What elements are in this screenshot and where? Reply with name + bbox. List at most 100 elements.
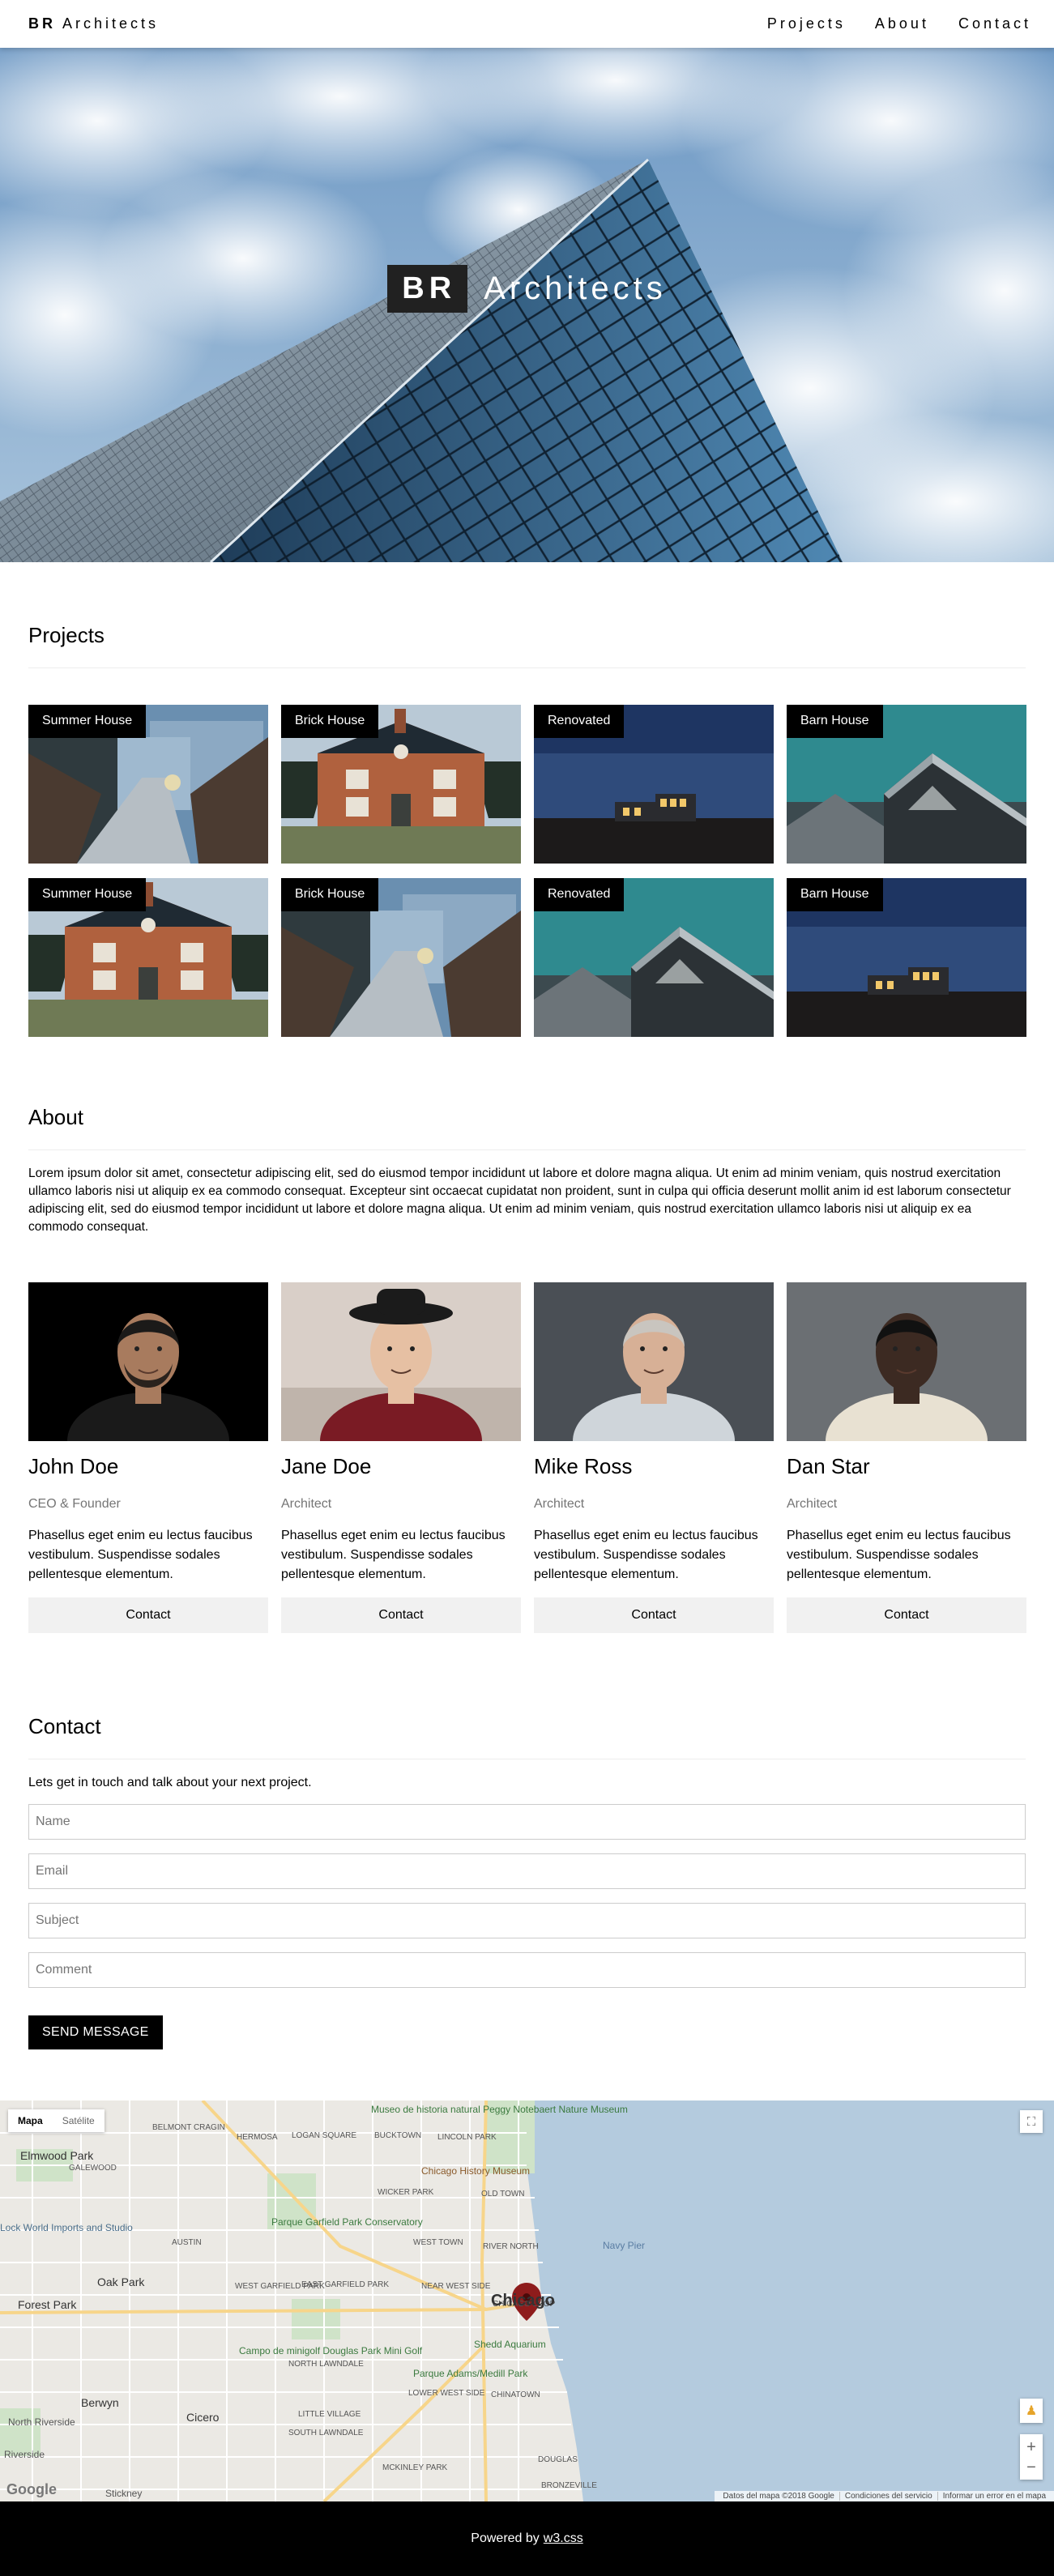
map-label-near-west-side: NEAR WEST SIDE xyxy=(421,2282,491,2291)
project-label: Brick House xyxy=(281,878,379,911)
map-label-berwyn: Berwyn xyxy=(81,2396,119,2409)
hero-banner: BR Architects xyxy=(0,48,1054,562)
team-member-card: John Doe CEO & Founder Phasellus eget en… xyxy=(28,1282,268,1633)
page-footer: Powered by w3.css xyxy=(0,2501,1054,2576)
zoom-control: + − xyxy=(1020,2434,1043,2480)
team-member-card: Jane Doe Architect Phasellus eget enim e… xyxy=(281,1282,521,1633)
map-type-satellite-button[interactable]: Satélite xyxy=(53,2109,105,2132)
team-member-role: Architect xyxy=(534,1497,585,1511)
project-label: Summer House xyxy=(28,878,147,911)
email-input[interactable] xyxy=(28,1853,1026,1889)
map-label-douglas-park: Campo de minigolf Douglas Park Mini Golf xyxy=(239,2345,423,2356)
project-card[interactable]: Barn House xyxy=(787,705,1026,864)
project-label: Barn House xyxy=(787,878,883,911)
contact-heading: Contact xyxy=(28,1714,1026,1759)
team-contact-button[interactable]: Contact xyxy=(534,1597,774,1633)
map-type-map-button[interactable]: Mapa xyxy=(8,2109,53,2132)
team-member-photo xyxy=(787,1282,1026,1441)
map-label-nature-museum: Museo de historia natural Peggy Notebaer… xyxy=(371,2104,628,2115)
map-label-bronzeville: BRONZEVILLE xyxy=(541,2481,597,2490)
map-label-stickney: Stickney xyxy=(105,2488,143,2499)
fullscreen-icon[interactable]: ⛶ xyxy=(1020,2110,1043,2133)
map-label-south-lawndale: SOUTH LAWNDALE xyxy=(288,2429,364,2437)
map-label-north-lawndale: NORTH LAWNDALE xyxy=(288,2360,364,2369)
send-message-button[interactable]: SEND MESSAGE xyxy=(28,2015,163,2049)
team-member-bio: Phasellus eget enim eu lectus faucibus v… xyxy=(281,1529,506,1581)
map-label-chinatown: CHINATOWN xyxy=(491,2390,540,2399)
team-member-photo xyxy=(534,1282,774,1441)
pegman-icon[interactable]: ♟ xyxy=(1020,2399,1043,2423)
team-member-bio: Phasellus eget enim eu lectus faucibus v… xyxy=(28,1529,253,1581)
map-terms-link[interactable]: Condiciones del servicio xyxy=(839,2492,937,2501)
contact-section: Contact Lets get in touch and talk about… xyxy=(28,1714,1026,2049)
project-card[interactable]: Summer House xyxy=(28,878,268,1037)
project-card[interactable]: Summer House xyxy=(28,705,268,864)
team-contact-button[interactable]: Contact xyxy=(281,1597,521,1633)
project-label: Brick House xyxy=(281,705,379,738)
project-label: Renovated xyxy=(534,878,625,911)
map-label-forest-park: Forest Park xyxy=(18,2298,77,2311)
hero-title-bold: BR xyxy=(387,265,468,313)
team-contact-button[interactable]: Contact xyxy=(787,1597,1026,1633)
map-label-galewood: GALEWOOD xyxy=(69,2164,117,2173)
team-member-name: Mike Ross xyxy=(534,1454,633,1478)
map-label-elmwood-park: Elmwood Park xyxy=(20,2149,94,2162)
comment-input[interactable] xyxy=(28,1952,1026,1988)
zoom-in-icon[interactable]: + xyxy=(1026,2437,1036,2458)
map-label-belmont-cragin: BELMONT CRAGIN xyxy=(152,2123,225,2132)
project-card[interactable]: Barn House xyxy=(787,878,1026,1037)
nav-link-projects[interactable]: Projects xyxy=(748,15,856,32)
w3css-link[interactable]: w3.css xyxy=(544,2531,583,2546)
map-label-river-north: RIVER NORTH xyxy=(483,2242,539,2251)
team-member-card: Dan Star Architect Phasellus eget enim e… xyxy=(787,1282,1026,1633)
brand-text: Architects xyxy=(62,15,160,32)
projects-heading: Projects xyxy=(28,623,1026,668)
team-member-role: CEO & Founder xyxy=(28,1497,121,1511)
team-member-name: Dan Star xyxy=(787,1454,870,1478)
map-label-east-garfield: EAST GARFIELD PARK xyxy=(301,2280,389,2289)
top-navbar: BR Architects Projects About Contact xyxy=(0,0,1054,48)
project-card[interactable]: Brick House xyxy=(281,878,521,1037)
nav-link-about[interactable]: About xyxy=(856,15,939,32)
team-member-photo xyxy=(28,1282,268,1441)
map-label-douglas: DOUGLAS xyxy=(538,2455,578,2464)
google-logo[interactable]: Google xyxy=(6,2481,57,2498)
subject-input[interactable] xyxy=(28,1903,1026,1938)
map-label-west-town: WEST TOWN xyxy=(413,2238,463,2247)
google-map[interactable]: Museo de historia natural Peggy Notebaer… xyxy=(0,2100,1054,2501)
map-label-garfield-conservatory: Parque Garfield Park Conservatory xyxy=(271,2216,423,2228)
map-label-navy-pier: Navy Pier xyxy=(603,2240,646,2251)
project-card[interactable]: Renovated xyxy=(534,878,774,1037)
name-input[interactable] xyxy=(28,1804,1026,1840)
map-label-bucktown: BUCKTOWN xyxy=(374,2131,422,2140)
team-member-role: Architect xyxy=(281,1497,332,1511)
map-label-logan-square: LOGAN SQUARE xyxy=(292,2131,357,2140)
brand-logo[interactable]: BR Architects xyxy=(28,15,159,32)
contact-intro: Lets get in touch and talk about your ne… xyxy=(28,1776,312,1789)
zoom-out-icon[interactable]: − xyxy=(1026,2458,1036,2477)
map-label-history-museum: Chicago History Museum xyxy=(421,2165,531,2177)
map-label-hermosa: HERMOSA xyxy=(237,2133,278,2142)
project-label: Barn House xyxy=(787,705,883,738)
team-member-name: Jane Doe xyxy=(281,1454,372,1478)
team-member-name: John Doe xyxy=(28,1454,119,1478)
map-data-credit: Datos del mapa ©2018 Google xyxy=(723,2492,834,2501)
map-label-shedd-aquarium: Shedd Aquarium xyxy=(474,2339,546,2350)
project-card[interactable]: Renovated xyxy=(534,705,774,864)
map-label-austin: AUSTIN xyxy=(172,2238,202,2247)
team-member-photo xyxy=(281,1282,521,1441)
map-report-link[interactable]: Informar un error en el mapa xyxy=(937,2492,1051,2501)
map-label-north-riverside: North Riverside xyxy=(8,2416,75,2428)
team-contact-button[interactable]: Contact xyxy=(28,1597,268,1633)
map-label-mckinley-park: MCKINLEY PARK xyxy=(382,2463,448,2472)
map-label-cicero: Cicero xyxy=(186,2411,220,2424)
map-type-control: Mapa Satélite xyxy=(8,2109,105,2132)
nav-link-contact[interactable]: Contact xyxy=(939,15,1041,32)
team-member-role: Architect xyxy=(787,1497,838,1511)
map-label-oak-park: Oak Park xyxy=(97,2275,145,2288)
map-label-wicker-park: WICKER PARK xyxy=(378,2188,434,2197)
about-section: About Lorem ipsum dolor sit amet, consec… xyxy=(28,1105,1026,1236)
project-label: Summer House xyxy=(28,705,147,738)
project-card[interactable]: Brick House xyxy=(281,705,521,864)
team-member-bio: Phasellus eget enim eu lectus faucibus v… xyxy=(534,1529,758,1581)
